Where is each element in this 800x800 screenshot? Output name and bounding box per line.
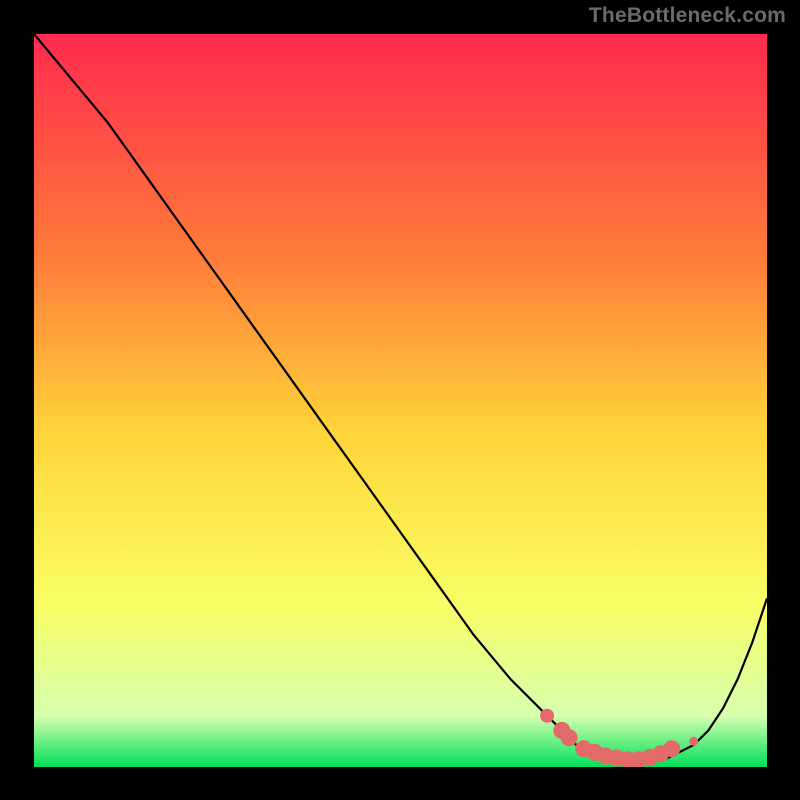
optimal-dot (689, 737, 698, 746)
plot-background (34, 34, 767, 767)
optimal-dot (540, 709, 554, 723)
optimal-dot (663, 740, 680, 757)
watermark-text: TheBottleneck.com (589, 4, 786, 28)
optimal-dot (561, 729, 578, 746)
bottleneck-chart (34, 34, 767, 767)
chart-frame: TheBottleneck.com (0, 0, 800, 800)
